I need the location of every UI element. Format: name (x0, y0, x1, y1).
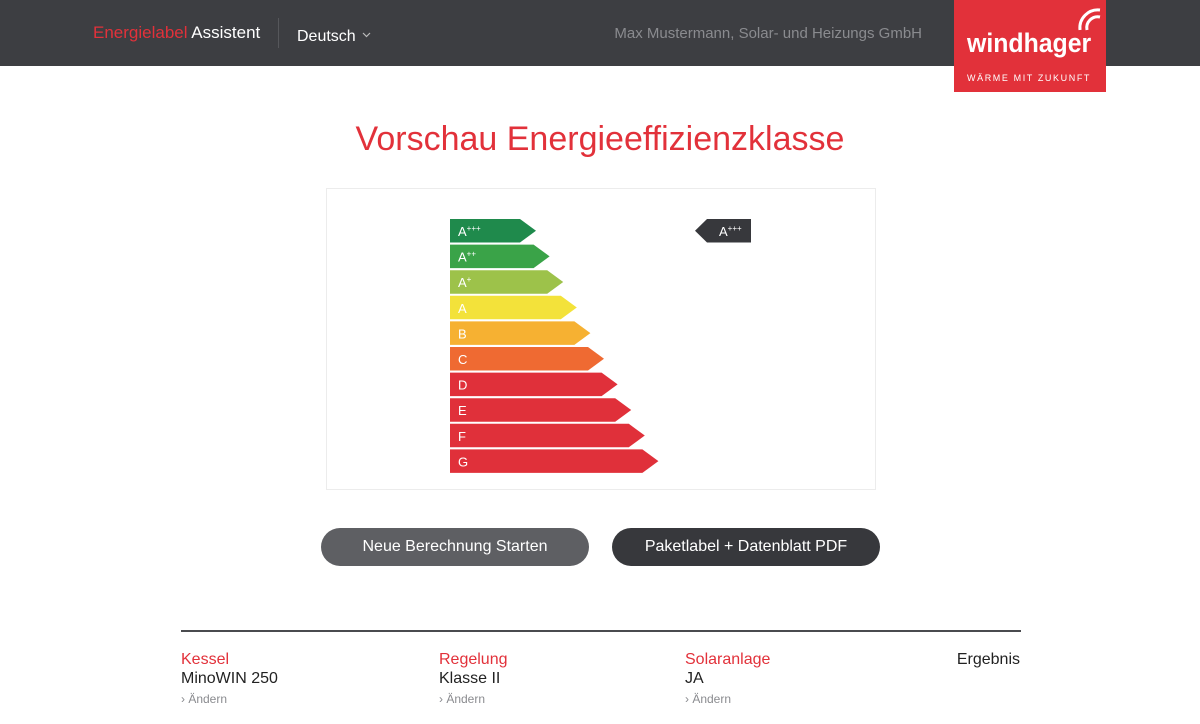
language-label: Deutsch (297, 28, 356, 45)
windhager-logo[interactable]: windhager WÄRME MIT ZUKUNFT (954, 0, 1106, 92)
energy-class-label: C (458, 352, 467, 367)
summary-value: MinoWIN 250 (181, 670, 278, 687)
page-title: Vorschau Energieeffizienzklasse (355, 120, 845, 158)
class-plus: + (467, 275, 472, 284)
summary-boiler: Kessel MinoWIN 250 › Ändern (181, 651, 278, 707)
class-letter: A (458, 275, 467, 290)
energy-class-arrow (450, 321, 591, 345)
class-letter: G (458, 454, 468, 469)
class-letter: F (458, 429, 466, 444)
energy-class-row: B (450, 321, 591, 345)
energy-class-arrow (450, 449, 659, 473)
download-pdf-button[interactable]: Paketlabel + Datenblatt PDF (612, 528, 880, 566)
summary-label: Regelung (439, 651, 508, 668)
energy-class-arrow (450, 295, 577, 320)
new-calculation-button[interactable]: Neue Berechnung Starten (321, 528, 589, 566)
energy-class-label: A (458, 301, 467, 316)
app-title-accent: Energielabel (93, 23, 188, 42)
energy-class-row: A++ (450, 244, 550, 269)
class-letter: C (458, 352, 467, 367)
app-title-rest: Assistent (187, 23, 261, 42)
class-letter: A (458, 224, 467, 239)
energy-class-arrow (450, 372, 618, 397)
summary-divider (181, 630, 1021, 632)
energy-class-row: A+++ (450, 219, 536, 243)
summary-control: Regelung Klasse II › Ändern (439, 651, 508, 707)
summary-result: Ergebnis (956, 651, 1020, 668)
energy-class-label: E (458, 403, 467, 418)
energy-class-row: C (450, 347, 604, 371)
class-letter: D (458, 378, 467, 393)
energy-label-card: A+++ A++ A+ A B C D E F G A+++ (326, 188, 876, 490)
energy-class-row: E (450, 398, 632, 422)
language-selector[interactable]: Deutsch (297, 24, 371, 47)
logo-tagline: WÄRME MIT ZUKUNFT (967, 73, 1092, 83)
header-divider (278, 18, 279, 48)
energy-class-label: D (458, 378, 467, 393)
result-class-marker: A+++ (695, 219, 751, 243)
energy-class-arrow (450, 398, 632, 422)
class-letter: A (719, 224, 728, 239)
energy-class-arrow (450, 347, 604, 371)
energy-label-graphic: A+++A++A+ABCDEFGA+++ (450, 219, 751, 473)
company-name: Max Mustermann, Solar- und Heizungs GmbH (614, 25, 922, 42)
class-letter: A (458, 250, 467, 265)
class-letter: A (458, 301, 467, 316)
energy-class-row: G (450, 449, 659, 473)
summary-value: JA (685, 670, 704, 687)
summary-solar: Solaranlage JA › Ändern (685, 651, 770, 707)
energy-class-arrow (450, 423, 645, 448)
app-title[interactable]: Energielabel Assistent (93, 23, 260, 43)
class-plus: +++ (467, 224, 481, 233)
energy-class-row: A+ (450, 270, 564, 294)
change-link[interactable]: › Ändern (439, 691, 508, 707)
energy-class-label: B (458, 326, 467, 341)
class-plus: ++ (467, 250, 477, 259)
summary-label: Solaranlage (685, 651, 771, 668)
change-link[interactable]: › Ändern (685, 691, 770, 707)
energy-class-label: G (458, 454, 468, 469)
energy-class-row: D (450, 372, 618, 397)
summary-label: Kessel (181, 651, 230, 668)
change-link[interactable]: › Ändern (181, 691, 278, 707)
energy-class-label: F (458, 429, 466, 444)
top-bar: Energielabel Assistent Deutsch Max Muste… (0, 0, 1200, 92)
class-letter: B (458, 326, 467, 341)
logo-wordmark: windhager (967, 28, 1092, 58)
summary-value: Klasse II (439, 670, 501, 687)
class-letter: E (458, 403, 467, 418)
class-plus: +++ (728, 224, 742, 233)
chevron-down-icon (362, 24, 371, 44)
energy-class-row: F (450, 423, 645, 448)
energy-class-row: A (450, 295, 577, 320)
